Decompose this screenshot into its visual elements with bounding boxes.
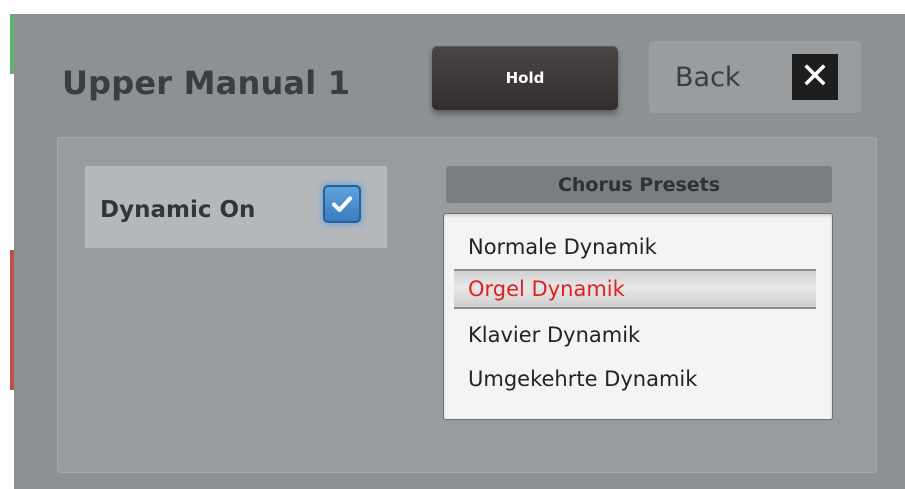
back-button-label: Back (675, 62, 741, 93)
chorus-presets-list[interactable]: Normale Dynamik Orgel Dynamik Klavier Dy… (443, 213, 833, 420)
preset-item-orgel-dynamik[interactable]: Orgel Dynamik (454, 269, 816, 309)
screen-border-top (0, 0, 905, 14)
hold-button[interactable]: Hold (432, 46, 618, 110)
back-button[interactable]: Back ✕ (649, 41, 861, 113)
checkmark-icon (332, 196, 352, 212)
dialog-title: Upper Manual 1 (62, 64, 351, 102)
hold-button-label: Hold (505, 69, 545, 87)
settings-panel: Dynamic On Chorus Presets Normale Dynami… (57, 137, 877, 473)
preset-item-klavier-dynamik[interactable]: Klavier Dynamik (454, 315, 816, 355)
chorus-presets-header: Chorus Presets (446, 166, 832, 203)
dynamic-on-checkbox[interactable] (323, 185, 361, 223)
dynamic-on-toggle[interactable]: Dynamic On (85, 166, 387, 248)
dynamic-on-label: Dynamic On (100, 197, 256, 223)
upper-manual-dialog: Upper Manual 1 Hold Back ✕ Dynamic On Ch… (14, 14, 905, 489)
preset-item-normale-dynamik[interactable]: Normale Dynamik (454, 227, 816, 267)
preset-item-umgekehrte-dynamik[interactable]: Umgekehrte Dynamik (454, 359, 816, 399)
close-icon[interactable]: ✕ (792, 54, 838, 100)
